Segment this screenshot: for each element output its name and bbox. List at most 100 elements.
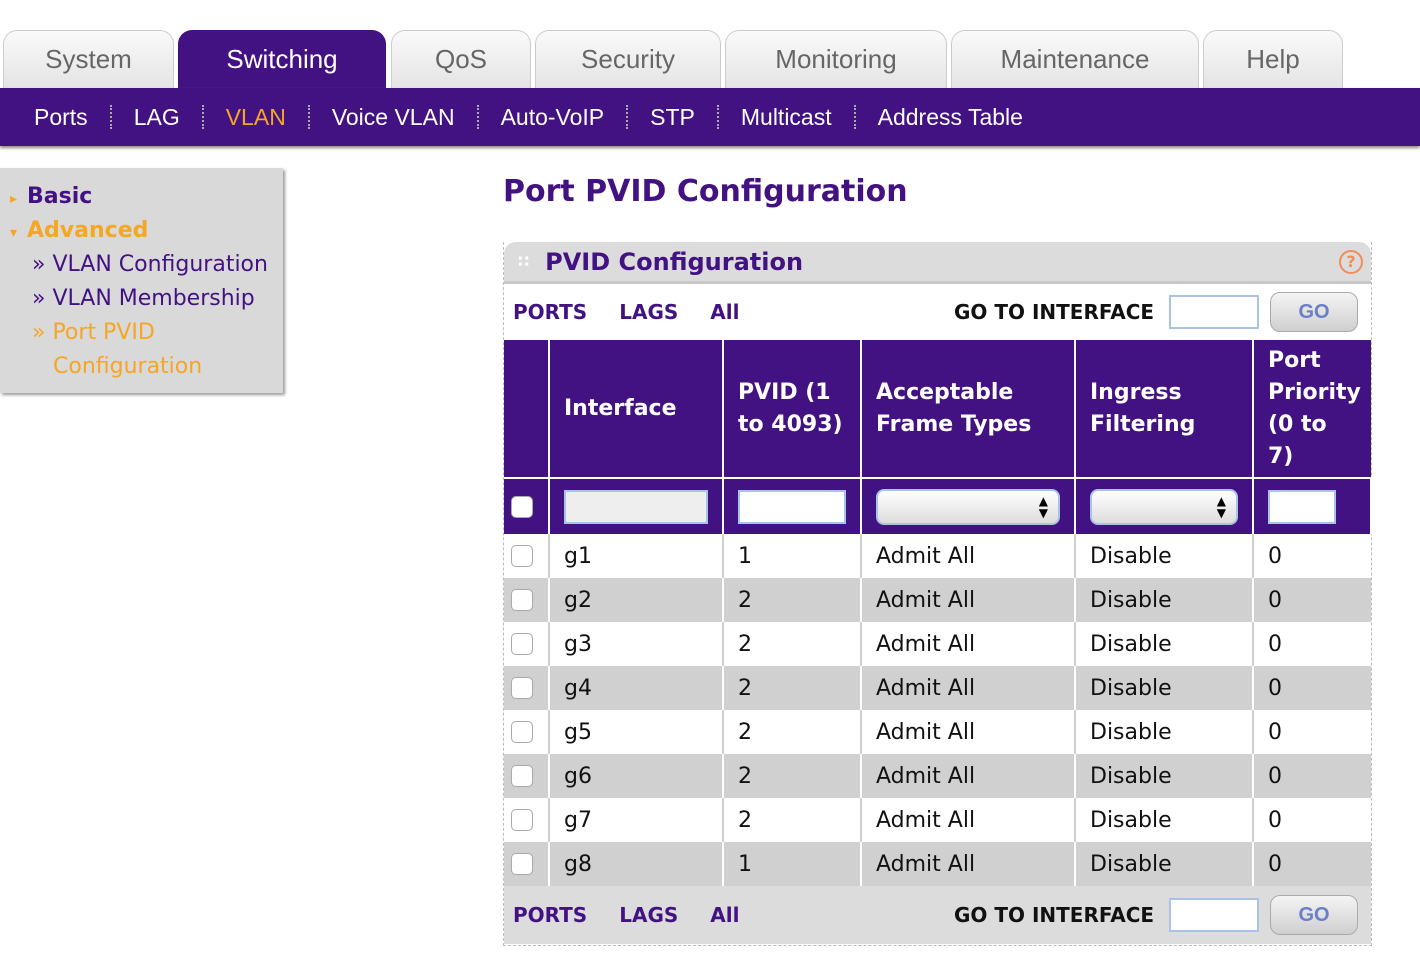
divider — [476, 105, 479, 129]
row-checkbox[interactable] — [511, 721, 533, 743]
frame-types-select[interactable]: ▲ ▼ — [876, 488, 1060, 525]
subnav-ports[interactable]: Ports — [34, 104, 88, 131]
row-checkbox[interactable] — [511, 677, 533, 699]
table-row[interactable]: g2 2 Admit All Disable 0 — [504, 578, 1371, 622]
filter-all[interactable]: All — [710, 903, 739, 927]
cell: g1 — [549, 534, 724, 578]
tab-system[interactable]: System — [3, 30, 174, 88]
table-row[interactable]: g4 2 Admit All Disable 0 — [504, 666, 1371, 710]
cell: 2 — [723, 710, 862, 754]
table-row[interactable]: g6 2 Admit All Disable 0 — [504, 754, 1371, 798]
cell: 2 — [723, 666, 862, 710]
sidebar-port-pvid[interactable]: » Port PVID — [0, 316, 283, 350]
cell: Disable — [1075, 666, 1254, 710]
sidebar-vlan-configuration[interactable]: » VLAN Configuration — [0, 248, 283, 282]
sidebar-port-pvid-cont[interactable]: Configuration — [0, 350, 283, 384]
row-checkbox[interactable] — [511, 589, 533, 611]
cell: 2 — [723, 754, 862, 798]
priority-input[interactable] — [1268, 489, 1336, 524]
goto-interface-input[interactable] — [1169, 898, 1259, 932]
filter-all[interactable]: All — [710, 300, 739, 324]
cell: 0 — [1253, 710, 1371, 754]
subnav-lag[interactable]: LAG — [134, 104, 180, 131]
divider — [853, 105, 856, 129]
page-title: Port PVID Configuration — [503, 174, 908, 209]
cell: 0 — [1253, 842, 1371, 886]
cell: Admit All — [861, 622, 1076, 666]
sidebar-vlan-membership[interactable]: » VLAN Membership — [0, 282, 283, 316]
cell: g4 — [549, 666, 724, 710]
cell: 1 — [723, 534, 862, 578]
sidebar-advanced[interactable]: ▾ Advanced — [0, 214, 283, 248]
goto-interface-input[interactable] — [1169, 295, 1259, 329]
column-header: Interface — [549, 340, 724, 478]
divider — [626, 105, 629, 129]
cell: g8 — [549, 842, 724, 886]
goto-interface-label: GO TO INTERFACE — [954, 903, 1155, 927]
cell: Disable — [1075, 534, 1254, 578]
pvid-input[interactable] — [738, 489, 846, 524]
cell: Admit All — [861, 578, 1076, 622]
subnav-auto-voip[interactable]: Auto-VoIP — [501, 104, 605, 131]
row-checkbox[interactable] — [511, 633, 533, 655]
row-checkbox[interactable] — [511, 809, 533, 831]
tab-qos[interactable]: QoS — [391, 30, 531, 88]
subnav-vlan[interactable]: VLAN — [226, 104, 286, 131]
go-button[interactable]: GO — [1270, 895, 1358, 935]
cell: g3 — [549, 622, 724, 666]
table-row[interactable]: g8 1 Admit All Disable 0 — [504, 842, 1371, 886]
sub-nav: Ports LAG VLAN Voice VLAN Auto-VoIP STP … — [0, 88, 1420, 146]
tab-switching[interactable]: Switching — [178, 30, 386, 88]
interface-input[interactable] — [564, 489, 708, 524]
cell: 0 — [1253, 666, 1371, 710]
row-checkbox[interactable] — [511, 765, 533, 787]
cell: 2 — [723, 798, 862, 842]
filter-ports[interactable]: PORTS — [513, 300, 587, 324]
row-checkbox[interactable] — [511, 853, 533, 875]
go-button[interactable]: GO — [1270, 292, 1358, 332]
table-row[interactable]: g3 2 Admit All Disable 0 — [504, 622, 1371, 666]
subnav-stp[interactable]: STP — [650, 104, 695, 131]
pvid-table: Interface PVID (1 to 4093) Acceptable Fr… — [504, 340, 1372, 886]
filter-ports[interactable]: PORTS — [513, 903, 587, 927]
tab-maintenance[interactable]: Maintenance — [951, 30, 1199, 88]
subnav-address-table[interactable]: Address Table — [878, 104, 1023, 131]
table-row[interactable]: g1 1 Admit All Disable 0 — [504, 534, 1371, 578]
select-column-header — [504, 340, 550, 478]
cell: g7 — [549, 798, 724, 842]
cell: Disable — [1075, 754, 1254, 798]
cell: Admit All — [861, 754, 1076, 798]
table-row[interactable]: g5 2 Admit All Disable 0 — [504, 710, 1371, 754]
sidebar-basic[interactable]: ▸ Basic — [0, 180, 283, 214]
filter-lags[interactable]: LAGS — [619, 300, 678, 324]
sidebar-basic-label: Basic — [27, 184, 93, 209]
column-header: PVID (1 to 4093) — [723, 340, 862, 478]
cell: Admit All — [861, 798, 1076, 842]
panel-title: PVID Configuration — [545, 247, 804, 276]
cell: Admit All — [861, 666, 1076, 710]
tab-security[interactable]: Security — [535, 30, 721, 88]
divider — [716, 105, 719, 129]
cell: g5 — [549, 710, 724, 754]
subnav-multicast[interactable]: Multicast — [741, 104, 832, 131]
divider — [201, 105, 204, 129]
cell: Disable — [1075, 710, 1254, 754]
row-checkbox[interactable] — [511, 545, 533, 567]
cell: g6 — [549, 754, 724, 798]
cell: Admit All — [861, 534, 1076, 578]
column-header: Acceptable Frame Types — [861, 340, 1076, 478]
filter-lags[interactable]: LAGS — [619, 903, 678, 927]
ingress-filtering-select[interactable]: ▲ ▼ — [1090, 488, 1238, 525]
cell: 2 — [723, 622, 862, 666]
help-icon[interactable]: ? — [1339, 250, 1363, 274]
cell: 0 — [1253, 534, 1371, 578]
tab-monitoring[interactable]: Monitoring — [725, 30, 947, 88]
select-all-checkbox[interactable] — [511, 495, 533, 518]
table-row[interactable]: g7 2 Admit All Disable 0 — [504, 798, 1371, 842]
cell: Disable — [1075, 798, 1254, 842]
tab-help[interactable]: Help — [1203, 30, 1343, 88]
subnav-voice-vlan[interactable]: Voice VLAN — [332, 104, 455, 131]
updown-icon: ▲ ▼ — [1038, 493, 1048, 520]
cell: Disable — [1075, 622, 1254, 666]
filter-bar-bottom: PORTS LAGS All GO TO INTERFACE GO — [504, 886, 1371, 944]
